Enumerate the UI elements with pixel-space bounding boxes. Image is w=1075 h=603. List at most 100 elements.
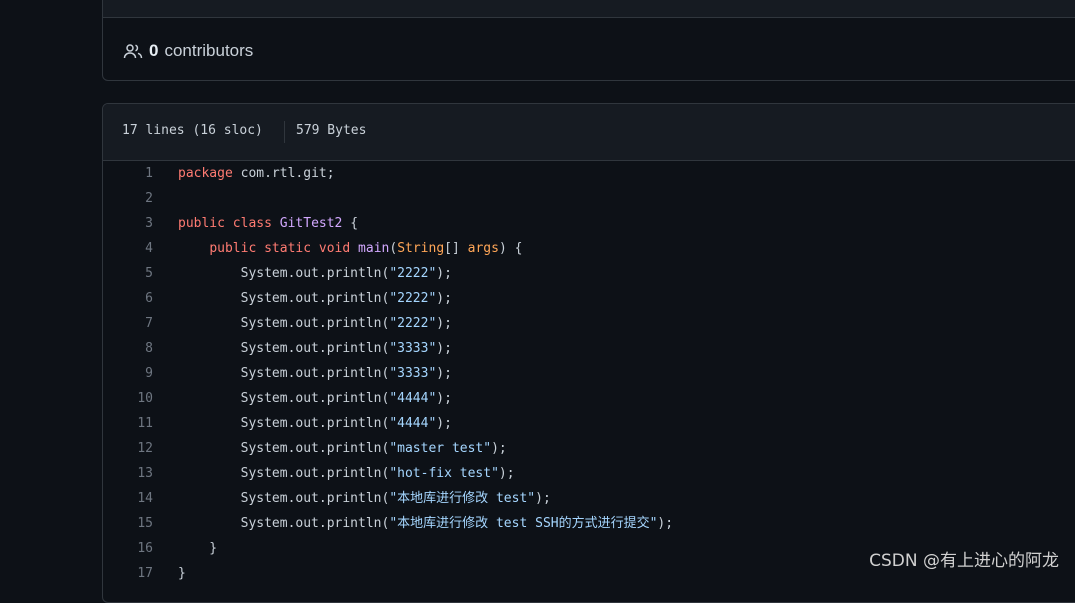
code-line: 12 System.out.println("master test");: [103, 436, 1075, 461]
code-token: System.out.println(: [178, 491, 389, 506]
commit-header: [103, 0, 1075, 18]
code-token: "hot-fix test": [389, 466, 499, 481]
code-text: System.out.println("2222");: [178, 286, 452, 311]
code-token: System.out.println(: [178, 441, 389, 456]
line-number[interactable]: 1: [103, 161, 153, 186]
code-line: 1 package com.rtl.git;: [103, 161, 1075, 186]
code-token: }: [178, 541, 217, 556]
code-token: static: [264, 241, 311, 256]
code-text: System.out.println("3333");: [178, 361, 452, 386]
code-token: "3333": [389, 341, 436, 356]
code-line: 4 public static void main(String[] args)…: [103, 236, 1075, 261]
people-icon: [123, 43, 143, 59]
line-number[interactable]: 3: [103, 211, 153, 236]
code-token: ) {: [499, 241, 522, 256]
code-token: "4444": [389, 391, 436, 406]
contributors-panel: 0 contributors: [102, 0, 1075, 81]
code-token: "2222": [389, 266, 436, 281]
code-text: public static void main(String[] args) {: [178, 236, 522, 261]
code-line: 5 System.out.println("2222");: [103, 261, 1075, 286]
code-token: System.out.println(: [178, 416, 389, 431]
code-text: public class GitTest2 {: [178, 211, 358, 236]
code-token: "2222": [389, 291, 436, 306]
code-block: 1 package com.rtl.git; 23 public class GitT…: [103, 161, 1075, 586]
code-token: System.out.println(: [178, 341, 389, 356]
line-number[interactable]: 5: [103, 261, 153, 286]
code-line: 7 System.out.println("2222");: [103, 311, 1075, 336]
code-token: System.out.println(: [178, 366, 389, 381]
code-text: System.out.println("4444");: [178, 411, 452, 436]
code-token: [311, 241, 319, 256]
line-number[interactable]: 7: [103, 311, 153, 336]
code-token: [350, 241, 358, 256]
code-line: 3 public class GitTest2 {: [103, 211, 1075, 236]
code-token: "本地库进行修改 test SSH的方式进行提交": [389, 516, 657, 531]
code-line: 6 System.out.println("2222");: [103, 286, 1075, 311]
line-number[interactable]: 8: [103, 336, 153, 361]
contributors-label: contributors: [164, 41, 253, 61]
code-line: 15 System.out.println("本地库进行修改 test SSH的…: [103, 511, 1075, 536]
code-text: }: [178, 561, 186, 586]
line-number[interactable]: 11: [103, 411, 153, 436]
code-text: System.out.println("4444");: [178, 386, 452, 411]
code-token: );: [436, 366, 452, 381]
file-info-bar: 17 lines (16 sloc) 579 Bytes: [103, 104, 1075, 161]
file-size: 579 Bytes: [296, 123, 366, 138]
code-token: );: [436, 341, 452, 356]
line-number[interactable]: 16: [103, 536, 153, 561]
code-token: public: [209, 241, 256, 256]
code-token: );: [657, 516, 673, 531]
code-token: System.out.println(: [178, 291, 389, 306]
code-text: System.out.println("3333");: [178, 336, 452, 361]
code-text: package com.rtl.git;: [178, 161, 335, 186]
line-number[interactable]: 13: [103, 461, 153, 486]
code-token: void: [319, 241, 350, 256]
code-token: public: [178, 216, 225, 231]
line-count: 17 lines (16 sloc): [122, 123, 263, 138]
code-token: "3333": [389, 366, 436, 381]
line-number[interactable]: 9: [103, 361, 153, 386]
line-number[interactable]: 17: [103, 561, 153, 586]
code-line: 2: [103, 186, 1075, 211]
code-text: System.out.println("master test");: [178, 436, 507, 461]
code-token: [225, 216, 233, 231]
line-number[interactable]: 10: [103, 386, 153, 411]
code-token: "master test": [389, 441, 491, 456]
file-viewer: 17 lines (16 sloc) 579 Bytes 1 package co…: [102, 103, 1075, 603]
code-token: );: [436, 316, 452, 331]
code-token: );: [535, 491, 551, 506]
code-token: package: [178, 166, 233, 181]
line-number[interactable]: 15: [103, 511, 153, 536]
code-token: GitTest2: [280, 216, 343, 231]
code-line: 11 System.out.println("4444");: [103, 411, 1075, 436]
code-token: "2222": [389, 316, 436, 331]
code-token: );: [436, 291, 452, 306]
code-token: args: [468, 241, 499, 256]
code-token: );: [436, 416, 452, 431]
code-token: [272, 216, 280, 231]
line-number[interactable]: 4: [103, 236, 153, 261]
line-number[interactable]: 2: [103, 186, 153, 211]
code-text: }: [178, 536, 217, 561]
code-token: class: [233, 216, 272, 231]
watermark: CSDN @有上进心的阿龙: [869, 546, 1059, 571]
code-line: 10 System.out.println("4444");: [103, 386, 1075, 411]
code-token: []: [444, 241, 467, 256]
code-token: (: [389, 241, 397, 256]
line-number[interactable]: 14: [103, 486, 153, 511]
code-token: main: [358, 241, 389, 256]
code-token: );: [499, 466, 515, 481]
code-token: com.rtl.git;: [233, 166, 335, 181]
code-token: System.out.println(: [178, 266, 389, 281]
code-token: {: [342, 216, 358, 231]
code-token: System.out.println(: [178, 316, 389, 331]
code-token: [178, 241, 209, 256]
code-text: System.out.println("2222");: [178, 311, 452, 336]
code-text: System.out.println("本地库进行修改 test");: [178, 486, 551, 511]
code-token: [256, 241, 264, 256]
code-token: "4444": [389, 416, 436, 431]
contributors-link[interactable]: 0 contributors: [123, 41, 253, 61]
code-line: 13 System.out.println("hot-fix test");: [103, 461, 1075, 486]
line-number[interactable]: 12: [103, 436, 153, 461]
line-number[interactable]: 6: [103, 286, 153, 311]
